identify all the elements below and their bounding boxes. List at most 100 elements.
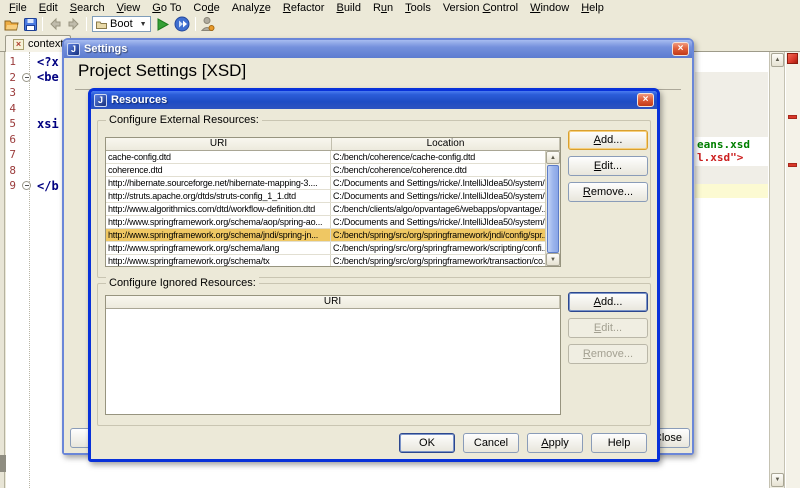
column-header-location[interactable]: Location	[332, 138, 560, 151]
dialog-footer-buttons: OK Cancel Apply Help	[399, 433, 647, 453]
resources-titlebar[interactable]: Resources	[91, 91, 657, 109]
location-cell: C:/Documents and Settings/ricke/.Intelli…	[331, 177, 545, 189]
menu-build[interactable]: Build	[330, 2, 366, 14]
editor-line: 6	[4, 132, 62, 148]
location-cell: C:/bench/spring/src/org/springframework/…	[331, 242, 545, 254]
resources-title: Resources	[111, 94, 167, 106]
external-resources-table[interactable]: URI Location cache-config.dtdC:/bench/co…	[105, 137, 561, 267]
xml-file-icon	[13, 39, 24, 50]
menu-go-to[interactable]: Go To	[146, 2, 187, 14]
scroll-down-icon[interactable]: ▼	[546, 253, 560, 266]
ignored-resources-group-label: Configure Ignored Resources:	[106, 277, 259, 289]
menu-help[interactable]: Help	[575, 2, 610, 14]
resources-close-icon[interactable]	[637, 93, 654, 107]
resource-row[interactable]: http://www.springframework.org/schema/tx…	[106, 255, 545, 266]
scroll-up-icon[interactable]: ▲	[546, 151, 560, 164]
uri-cell: http://www.springframework.org/schema/jn…	[106, 229, 331, 241]
external-add-button[interactable]: Add...	[568, 130, 648, 150]
user-presence-icon[interactable]	[201, 16, 215, 32]
resource-row[interactable]: http://www.algorithmics.com/dtd/workflow…	[106, 203, 545, 216]
table-body: cache-config.dtdC:/bench/coherence/cache…	[106, 151, 545, 266]
help-button[interactable]: Help	[591, 433, 647, 453]
error-stripe-mark[interactable]	[788, 163, 797, 167]
table-header: URI	[106, 296, 560, 309]
table-scrollbar[interactable]: ▲ ▼	[545, 151, 560, 266]
editor-line: 2<be	[4, 70, 62, 86]
apply-button[interactable]: Apply	[527, 433, 583, 453]
uri-cell: http://www.springframework.org/schema/ao…	[106, 216, 331, 228]
editor-scrollbar[interactable]: ▲ ▼	[769, 52, 785, 488]
external-resources-buttons: Add... Edit... Remove...	[568, 130, 648, 202]
column-header-uri[interactable]: URI	[106, 138, 332, 151]
external-edit-button[interactable]: Edit...	[568, 156, 648, 176]
column-header-uri[interactable]: URI	[106, 296, 560, 309]
settings-page-title: Project Settings [XSD]	[78, 61, 246, 81]
error-indicator-icon[interactable]	[787, 53, 798, 64]
ok-button[interactable]: OK	[399, 433, 455, 453]
settings-title: Settings	[84, 43, 127, 55]
code-text: xsi	[33, 117, 59, 131]
resource-row[interactable]: http://www.springframework.org/schema/jn…	[106, 229, 545, 242]
menu-window[interactable]: Window	[524, 2, 575, 14]
settings-close-icon[interactable]	[672, 42, 689, 56]
editor-line: 4	[4, 101, 62, 117]
menu-refactor[interactable]: Refactor	[277, 2, 331, 14]
resource-row[interactable]: coherence.dtdC:/bench/coherence/coherenc…	[106, 164, 545, 177]
menu-search[interactable]: Search	[64, 2, 111, 14]
resource-row[interactable]: http://struts.apache.org/dtds/struts-con…	[106, 190, 545, 203]
code-fragment: l.xsd">	[697, 151, 743, 164]
run-configuration-select[interactable]: Boot ▼	[92, 16, 151, 32]
line-number: 6	[4, 133, 19, 146]
ignored-add-button[interactable]: Add...	[568, 292, 648, 312]
menu-analyze[interactable]: Analyze	[226, 2, 277, 14]
resource-row[interactable]: cache-config.dtdC:/bench/coherence/cache…	[106, 151, 545, 164]
fold-marker-icon[interactable]	[19, 73, 33, 82]
settings-titlebar[interactable]: Settings	[64, 40, 692, 58]
location-cell: C:/bench/coherence/cache-config.dtd	[331, 151, 545, 163]
editor-lines: 1<?x2<be345xsi6789</b	[4, 54, 62, 194]
intellij-logo-icon	[67, 43, 80, 56]
line-number: 1	[4, 55, 19, 68]
menu-view[interactable]: View	[111, 2, 147, 14]
scroll-down-icon[interactable]: ▼	[771, 473, 784, 487]
resource-row[interactable]: http://hibernate.sourceforge.net/hiberna…	[106, 177, 545, 190]
menu-edit[interactable]: Edit	[33, 2, 64, 14]
editor-caret-line-highlight	[695, 184, 768, 198]
save-all-icon[interactable]	[24, 18, 37, 31]
editor-fragment-highlight	[695, 72, 768, 137]
line-number: 2	[4, 71, 19, 84]
menu-file[interactable]: File	[3, 2, 33, 14]
resource-row[interactable]: http://www.springframework.org/schema/la…	[106, 242, 545, 255]
error-stripe-mark[interactable]	[788, 115, 797, 119]
uri-cell: http://hibernate.sourceforge.net/hiberna…	[106, 177, 331, 189]
cancel-button[interactable]: Cancel	[463, 433, 519, 453]
menu-run[interactable]: Run	[367, 2, 399, 14]
editor-line: 5xsi	[4, 116, 62, 132]
run-icon[interactable]	[156, 18, 169, 31]
editor-fragment-highlight	[695, 166, 768, 184]
fold-marker-icon[interactable]	[19, 181, 33, 190]
forward-icon	[67, 17, 81, 31]
uri-cell: http://www.algorithmics.com/dtd/workflow…	[106, 203, 331, 215]
menu-tools[interactable]: Tools	[399, 2, 437, 14]
scrollbar-thumb[interactable]	[547, 165, 559, 253]
ignored-resources-buttons: Add...Edit...Remove...	[568, 292, 648, 364]
external-remove-button[interactable]: Remove...	[568, 182, 648, 202]
open-file-icon[interactable]	[4, 18, 19, 31]
menu-version-control[interactable]: Version Control	[437, 2, 524, 14]
table-header: URI Location	[106, 138, 560, 151]
resume-icon[interactable]	[174, 16, 190, 32]
uri-cell: coherence.dtd	[106, 164, 331, 176]
external-resources-group-label: Configure External Resources:	[106, 114, 262, 126]
menu-code[interactable]: Code	[187, 2, 225, 14]
toolbar-separator	[195, 17, 196, 31]
code-fragment: eans.xsd	[697, 138, 750, 151]
ignored-resources-table[interactable]: URI	[105, 295, 561, 415]
editor-line: 3	[4, 85, 62, 101]
uri-cell: http://struts.apache.org/dtds/struts-con…	[106, 190, 331, 202]
scroll-up-icon[interactable]: ▲	[771, 53, 784, 67]
editor-line: 8	[4, 163, 62, 179]
run-config-folder-icon	[96, 20, 107, 29]
uri-cell: http://www.springframework.org/schema/la…	[106, 242, 331, 254]
resource-row[interactable]: http://www.springframework.org/schema/ao…	[106, 216, 545, 229]
